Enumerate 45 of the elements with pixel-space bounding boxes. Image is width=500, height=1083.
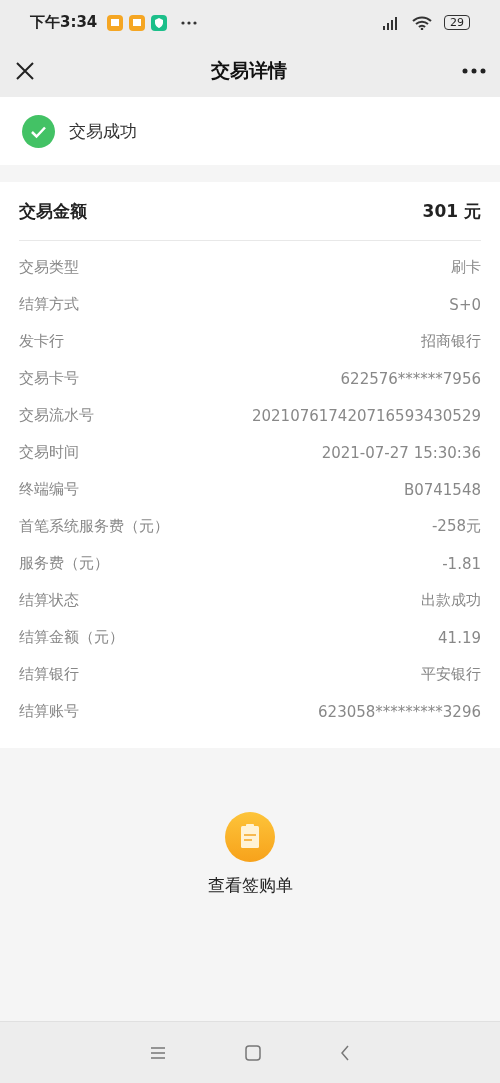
detail-value: -258元: [431, 517, 481, 536]
home-icon[interactable]: [245, 1044, 261, 1061]
wifi-icon: [412, 15, 432, 30]
detail-value: 2021-07-27 15:30:36: [321, 443, 481, 462]
menu-icon[interactable]: [149, 1045, 166, 1060]
amount-label: 交易金额: [19, 199, 87, 223]
close-icon[interactable]: [14, 60, 36, 82]
detail-value: S+0: [449, 295, 481, 314]
detail-label: 结算方式: [19, 295, 79, 314]
detail-label: 交易卡号: [19, 369, 79, 388]
battery-indicator: 29: [444, 15, 470, 30]
page-title: 交易详情: [211, 58, 287, 83]
detail-value: 刷卡: [451, 258, 481, 277]
notification-icon: [107, 14, 124, 31]
detail-value: -1.81: [442, 554, 481, 573]
detail-value: 平安银行: [421, 665, 481, 684]
detail-label: 发卡行: [19, 332, 64, 351]
detail-label: 首笔系统服务费（元）: [19, 517, 169, 536]
clipboard-icon: [225, 812, 275, 862]
detail-label: 结算账号: [19, 702, 79, 721]
notification-icon: [129, 14, 146, 31]
detail-label: 结算金额（元）: [19, 628, 124, 647]
detail-value: 41.19: [438, 628, 481, 647]
detail-label: 结算状态: [19, 591, 79, 610]
status-text: 交易成功: [69, 119, 137, 143]
detail-value: 出款成功: [421, 591, 481, 610]
more-icon: [181, 20, 198, 25]
detail-label: 结算银行: [19, 665, 79, 684]
shield-icon: [151, 14, 168, 31]
more-icon[interactable]: [462, 68, 486, 74]
signal-icon: [382, 15, 400, 30]
detail-value: 623058*********3296: [318, 702, 481, 721]
detail-label: 服务费（元）: [19, 554, 109, 573]
detail-label: 交易流水号: [19, 406, 94, 425]
detail-label: 交易类型: [19, 258, 79, 277]
detail-value: 202107617420716593430529: [251, 406, 481, 425]
detail-value: 招商银行: [421, 332, 481, 351]
detail-label: 终端编号: [19, 480, 79, 499]
status-time: 下午3:34: [30, 13, 98, 32]
back-icon[interactable]: [340, 1044, 351, 1061]
detail-value: B0741548: [403, 480, 481, 499]
view-receipt-button[interactable]: 查看签购单: [207, 812, 293, 897]
amount-value: 301 元: [422, 199, 481, 223]
detail-value: 622576******7956: [340, 369, 481, 388]
detail-label: 交易时间: [19, 443, 79, 462]
